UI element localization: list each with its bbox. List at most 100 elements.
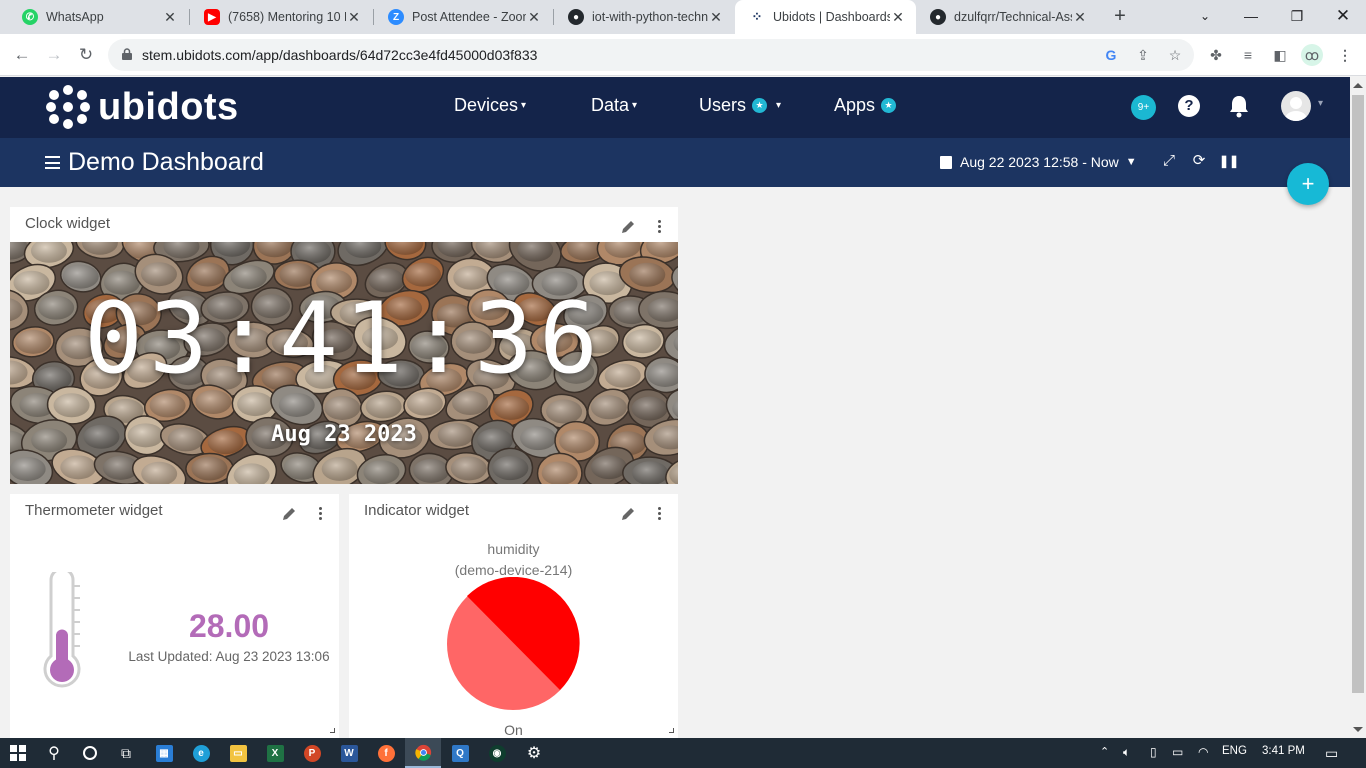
tab-title: Ubidots | Dashboards: [773, 10, 890, 24]
browser-tab-youtube[interactable]: ▶ (7658) Mentoring 10 E ✕: [190, 0, 372, 34]
close-icon[interactable]: ✕: [708, 9, 724, 26]
menu-users[interactable]: Users ★ ▾: [699, 95, 781, 116]
resize-handle[interactable]: [669, 728, 674, 733]
edit-pencil-icon[interactable]: [620, 219, 636, 235]
wifi-icon[interactable]: ◠: [1198, 745, 1208, 759]
edge-icon[interactable]: e: [183, 738, 219, 768]
add-widget-button[interactable]: +: [1287, 163, 1329, 205]
ubidots-logo[interactable]: ubidots: [46, 85, 239, 129]
close-icon[interactable]: ✕: [526, 9, 542, 26]
settings-gear-icon[interactable]: ⚙: [516, 738, 552, 768]
github-icon: ●: [568, 9, 584, 25]
caret-down-icon: ▼: [1125, 156, 1137, 168]
media-control-icon[interactable]: ≡: [1239, 46, 1257, 64]
browser-tabstrip: ✆ WhatsApp ✕ ▶ (7658) Mentoring 10 E ✕ Z…: [0, 0, 1366, 34]
caret-down-icon: ▾: [776, 100, 782, 111]
terminal-app-icon[interactable]: ◉: [479, 738, 515, 768]
extensions-icon[interactable]: ✤: [1207, 46, 1225, 64]
qt-app-icon[interactable]: Q: [442, 738, 478, 768]
browser-tab-github-iot[interactable]: ● iot-with-python-techn ✕: [554, 0, 734, 34]
widget-title: Clock widget: [25, 215, 111, 232]
calendar-icon: [940, 155, 952, 169]
user-avatar[interactable]: [1281, 91, 1311, 121]
notifications-icon[interactable]: ▭: [1325, 745, 1338, 762]
scroll-thumb[interactable]: [1352, 95, 1364, 693]
resize-handle[interactable]: [330, 728, 335, 733]
close-icon[interactable]: ✕: [162, 9, 178, 26]
more-options-icon[interactable]: [658, 220, 662, 234]
pause-icon[interactable]: ❚❚: [1219, 153, 1239, 169]
close-icon[interactable]: ✕: [890, 9, 906, 26]
page-scrollbar[interactable]: [1350, 77, 1366, 738]
indicator-state: On: [504, 722, 523, 738]
windows-taskbar: ⚲ ⧉ ▦ e ▭ X P W f Q ◉ ⚙ ⌃ 🔈︎ ▯ ▭ ◠ ENG 3…: [0, 738, 1366, 768]
browser-tab-github-technical[interactable]: ● dzulfqrr/Technical-Ass ✕: [916, 0, 1098, 34]
menu-data[interactable]: Data ▾: [591, 95, 637, 116]
menu-devices-label: Devices: [454, 95, 519, 115]
side-panel-icon[interactable]: ◧: [1271, 46, 1289, 64]
language-indicator[interactable]: ENG: [1222, 745, 1247, 757]
back-button[interactable]: ←: [10, 43, 34, 67]
restore-button[interactable]: ❐: [1274, 0, 1320, 34]
new-tab-button[interactable]: +: [1108, 5, 1132, 29]
last-updated-text: Last Updated: Aug 23 2023 13:06: [128, 649, 330, 664]
search-icon[interactable]: ⚲: [36, 738, 72, 768]
indicator-variable-name: humidity: [487, 541, 540, 557]
dashboard-title: Demo Dashboard: [68, 148, 264, 176]
more-options-icon[interactable]: [658, 507, 662, 521]
menu-devices[interactable]: Devices ▾: [454, 95, 526, 116]
fullscreen-icon[interactable]: ⤢: [1161, 153, 1177, 169]
browser-menu-icon[interactable]: ⋮: [1336, 46, 1354, 64]
tab-search-chevron-icon[interactable]: ⌄: [1182, 0, 1228, 34]
notification-count-badge[interactable]: 9+: [1131, 95, 1156, 120]
cortana-icon[interactable]: [72, 738, 108, 768]
bookmark-star-icon[interactable]: ☆: [1166, 46, 1184, 64]
battery-icon[interactable]: ▭: [1172, 745, 1183, 759]
help-icon[interactable]: ?: [1178, 95, 1200, 117]
scroll-down-arrow-icon[interactable]: [1353, 727, 1363, 732]
caret-down-icon: ▾: [632, 100, 638, 111]
address-bar[interactable]: stem.ubidots.com/app/dashboards/64d72cc3…: [108, 39, 1194, 71]
calculator-icon[interactable]: ▦: [146, 738, 182, 768]
edit-pencil-icon[interactable]: [281, 506, 297, 522]
task-view-icon[interactable]: ⧉: [108, 738, 144, 768]
speaker-icon[interactable]: 🔈︎: [1123, 745, 1130, 760]
lock-icon[interactable]: [122, 48, 132, 60]
clock-time-tray[interactable]: 3:41 PM: [1262, 745, 1305, 757]
close-icon[interactable]: ✕: [1072, 9, 1088, 26]
start-button[interactable]: [0, 738, 36, 768]
share-icon[interactable]: ⇪: [1134, 46, 1152, 64]
firefox-icon[interactable]: f: [368, 738, 404, 768]
chrome-icon[interactable]: [405, 738, 441, 768]
more-options-icon[interactable]: [319, 507, 323, 521]
browser-tab-zoom[interactable]: Z Post Attendee - Zoom ✕: [374, 0, 552, 34]
profile-icon[interactable]: ꝏ: [1301, 44, 1323, 66]
browser-toolbar: ← → ↻ stem.ubidots.com/app/dashboards/64…: [0, 34, 1366, 76]
google-translate-icon[interactable]: G: [1102, 46, 1120, 64]
edit-pencil-icon[interactable]: [620, 506, 636, 522]
github-icon: ●: [930, 9, 946, 25]
minimize-button[interactable]: —: [1228, 0, 1274, 34]
hamburger-menu-icon[interactable]: [45, 156, 60, 169]
device-icon[interactable]: ▯: [1150, 745, 1157, 759]
reload-button[interactable]: ↻: [74, 43, 98, 67]
url-text[interactable]: stem.ubidots.com/app/dashboards/64d72cc3…: [142, 47, 537, 63]
menu-apps[interactable]: Apps ★: [834, 95, 897, 116]
refresh-icon[interactable]: ⟳: [1191, 153, 1207, 169]
close-icon[interactable]: ✕: [346, 9, 362, 26]
forward-button[interactable]: →: [42, 43, 66, 67]
file-explorer-icon[interactable]: ▭: [220, 738, 256, 768]
close-window-button[interactable]: ✕: [1320, 0, 1366, 34]
tray-chevron-up-icon[interactable]: ⌃: [1100, 745, 1109, 758]
date-range-picker[interactable]: Aug 22 2023 12:58 - Now ▼: [940, 154, 1137, 170]
date-range-text: Aug 22 2023 12:58 - Now: [960, 154, 1119, 170]
bell-icon[interactable]: [1228, 94, 1250, 118]
browser-tab-whatsapp[interactable]: ✆ WhatsApp ✕: [8, 0, 188, 34]
excel-icon[interactable]: X: [257, 738, 293, 768]
scroll-up-arrow-icon[interactable]: [1353, 83, 1363, 88]
browser-tab-ubidots[interactable]: ⁘ Ubidots | Dashboards ✕: [735, 0, 916, 34]
word-icon[interactable]: W: [331, 738, 367, 768]
powerpoint-icon[interactable]: P: [294, 738, 330, 768]
caret-down-icon[interactable]: ▾: [1318, 98, 1323, 109]
widget-title: Indicator widget: [364, 502, 470, 519]
